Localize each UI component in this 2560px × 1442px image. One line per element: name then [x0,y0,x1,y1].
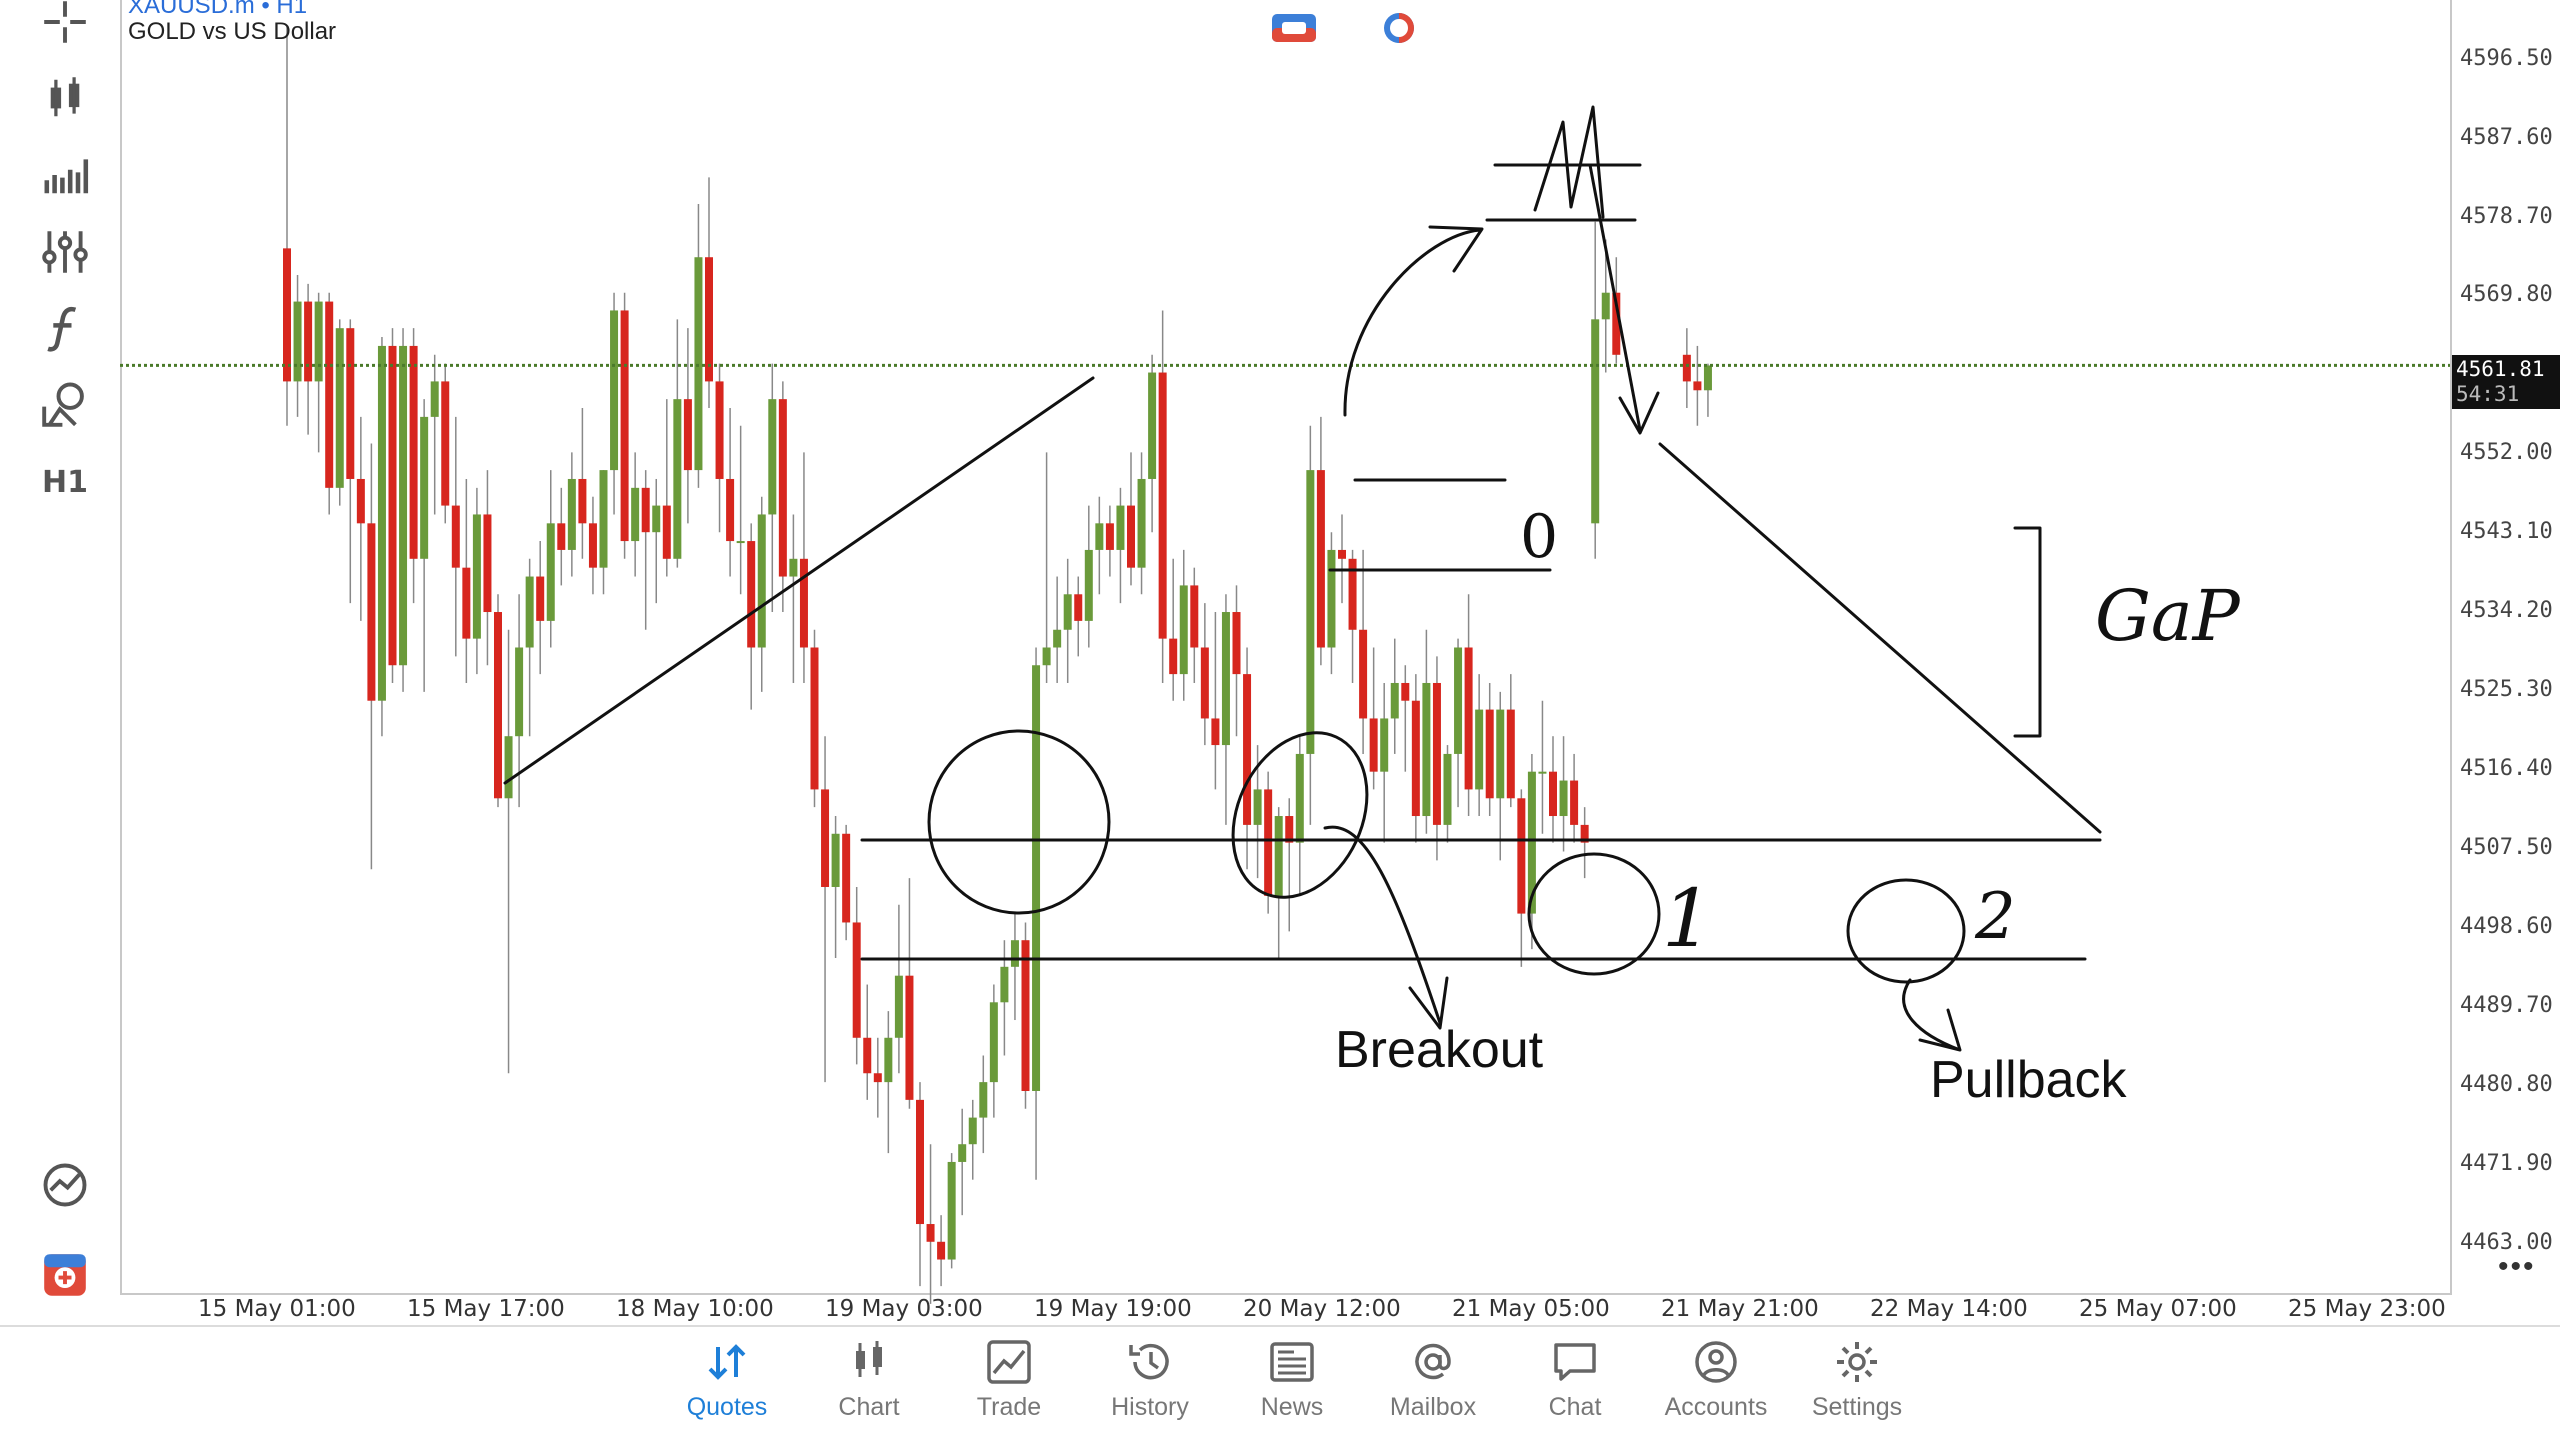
time-tick-label: 21 May 21:00 [1661,1296,1819,1322]
chart-zoom-icon[interactable] [30,1155,100,1215]
nav-label: Trade [976,1393,1042,1421]
nav-accounts[interactable]: Accounts [1651,1337,1781,1437]
price-tick-label: 4471.90 [2460,1150,2553,1176]
timeframe-button[interactable]: H1 [30,452,100,512]
drawing-toolbar: H1 [0,0,120,1320]
price-tick-label: 4534.20 [2460,598,2553,624]
current-price-tag: 4561.81 54:31 [2452,355,2560,409]
one-click-trading-icon[interactable] [30,1245,100,1305]
crosshair-icon[interactable] [30,0,100,52]
nav-label: Quotes [686,1393,768,1421]
nav-label: News [1260,1393,1324,1421]
time-tick-label: 21 May 05:00 [1452,1296,1610,1322]
nav-mailbox[interactable]: Mailbox [1368,1337,1498,1437]
nav-label: Chart [838,1393,900,1421]
mailbox-icon [1415,1343,1451,1380]
price-scale[interactable]: 4596.50 4587.60 4578.70 4569.80 4552.00 4543.… [2450,0,2560,1295]
more-options-button[interactable]: ••• [2498,1250,2536,1284]
quotes-icon [708,1344,746,1380]
timeframe-label: H1 [42,464,88,500]
price-tick-label: 4578.70 [2460,203,2553,229]
news-icon [1270,1342,1314,1382]
price-tick-label: 4587.60 [2460,124,2553,150]
trade-icon [987,1340,1031,1384]
time-tick-label: 25 May 07:00 [2079,1296,2237,1322]
time-tick-label: 18 May 10:00 [616,1296,774,1322]
time-tick-label: 20 May 12:00 [1243,1296,1401,1322]
annotation-two: 2 [1975,880,2016,954]
current-price-value: 4561.81 [2456,357,2545,381]
price-tick-label: 4552.00 [2460,440,2553,466]
symbol-ticker[interactable]: XAUUSD.m • H1 [128,0,307,20]
price-tick-label: 4498.60 [2460,914,2553,939]
timer-icon[interactable] [1375,10,1423,46]
price-tick-label: 4543.10 [2460,519,2553,545]
nav-trade[interactable]: Trade [944,1337,1074,1437]
chart-icon [856,1341,882,1377]
settings-sliders-icon[interactable] [30,222,100,282]
annotation-pullback: Pullback [1930,1051,2127,1109]
nav-label: Mailbox [1389,1393,1477,1421]
settings-icon [1837,1342,1877,1382]
price-tick-label: 4480.80 [2460,1071,2553,1097]
nav-label: Settings [1811,1393,1903,1421]
time-tick-label: 19 May 19:00 [1034,1296,1192,1322]
time-tick-label: 15 May 17:00 [407,1296,565,1322]
annotation-gap: GaP [2095,575,2240,657]
price-tick-label: 4489.70 [2460,992,2553,1018]
nav-label: History [1111,1393,1189,1421]
symbol-description: GOLD vs US Dollar [128,18,337,45]
candles-icon[interactable] [30,68,100,128]
time-tick-label: 25 May 23:00 [2288,1296,2446,1322]
nav-quotes[interactable]: Quotes [662,1337,792,1437]
price-tick-label: 4596.50 [2460,45,2553,71]
trade-panel-icon[interactable] [1270,10,1318,46]
bottom-navigation: Quotes Chart Trade History News Mailbox … [0,1325,2560,1442]
accounts-icon [1695,1341,1737,1383]
indicators-icon[interactable] [30,145,100,205]
history-icon [1129,1343,1169,1380]
nav-label: Accounts [1664,1393,1768,1421]
nav-settings[interactable]: Settings [1792,1337,1922,1437]
function-icon[interactable] [30,298,100,358]
price-tick-label: 4569.80 [2460,282,2553,308]
price-tick-label: 4516.40 [2460,756,2553,782]
nav-history[interactable]: History [1085,1337,1215,1437]
nav-label: Chat [1548,1393,1602,1421]
time-tick-label: 22 May 14:00 [1870,1296,2028,1322]
price-tick-label: 4507.50 [2460,835,2553,861]
annotation-zero: 0 [1520,502,1559,572]
bar-countdown: 54:31 [2456,382,2520,406]
nav-news[interactable]: News [1227,1337,1357,1437]
price-tick-label: 4525.30 [2460,677,2553,703]
annotation-one: 1 [1662,872,1713,965]
annotation-breakout: Breakout [1335,1021,1544,1079]
chat-icon [1554,1343,1596,1381]
time-tick-label: 19 May 03:00 [825,1296,983,1322]
nav-chat[interactable]: Chat [1510,1337,1640,1437]
nav-chart[interactable]: Chart [804,1337,934,1437]
time-tick-label: 15 May 01:00 [198,1296,356,1322]
objects-icon[interactable] [30,374,100,434]
